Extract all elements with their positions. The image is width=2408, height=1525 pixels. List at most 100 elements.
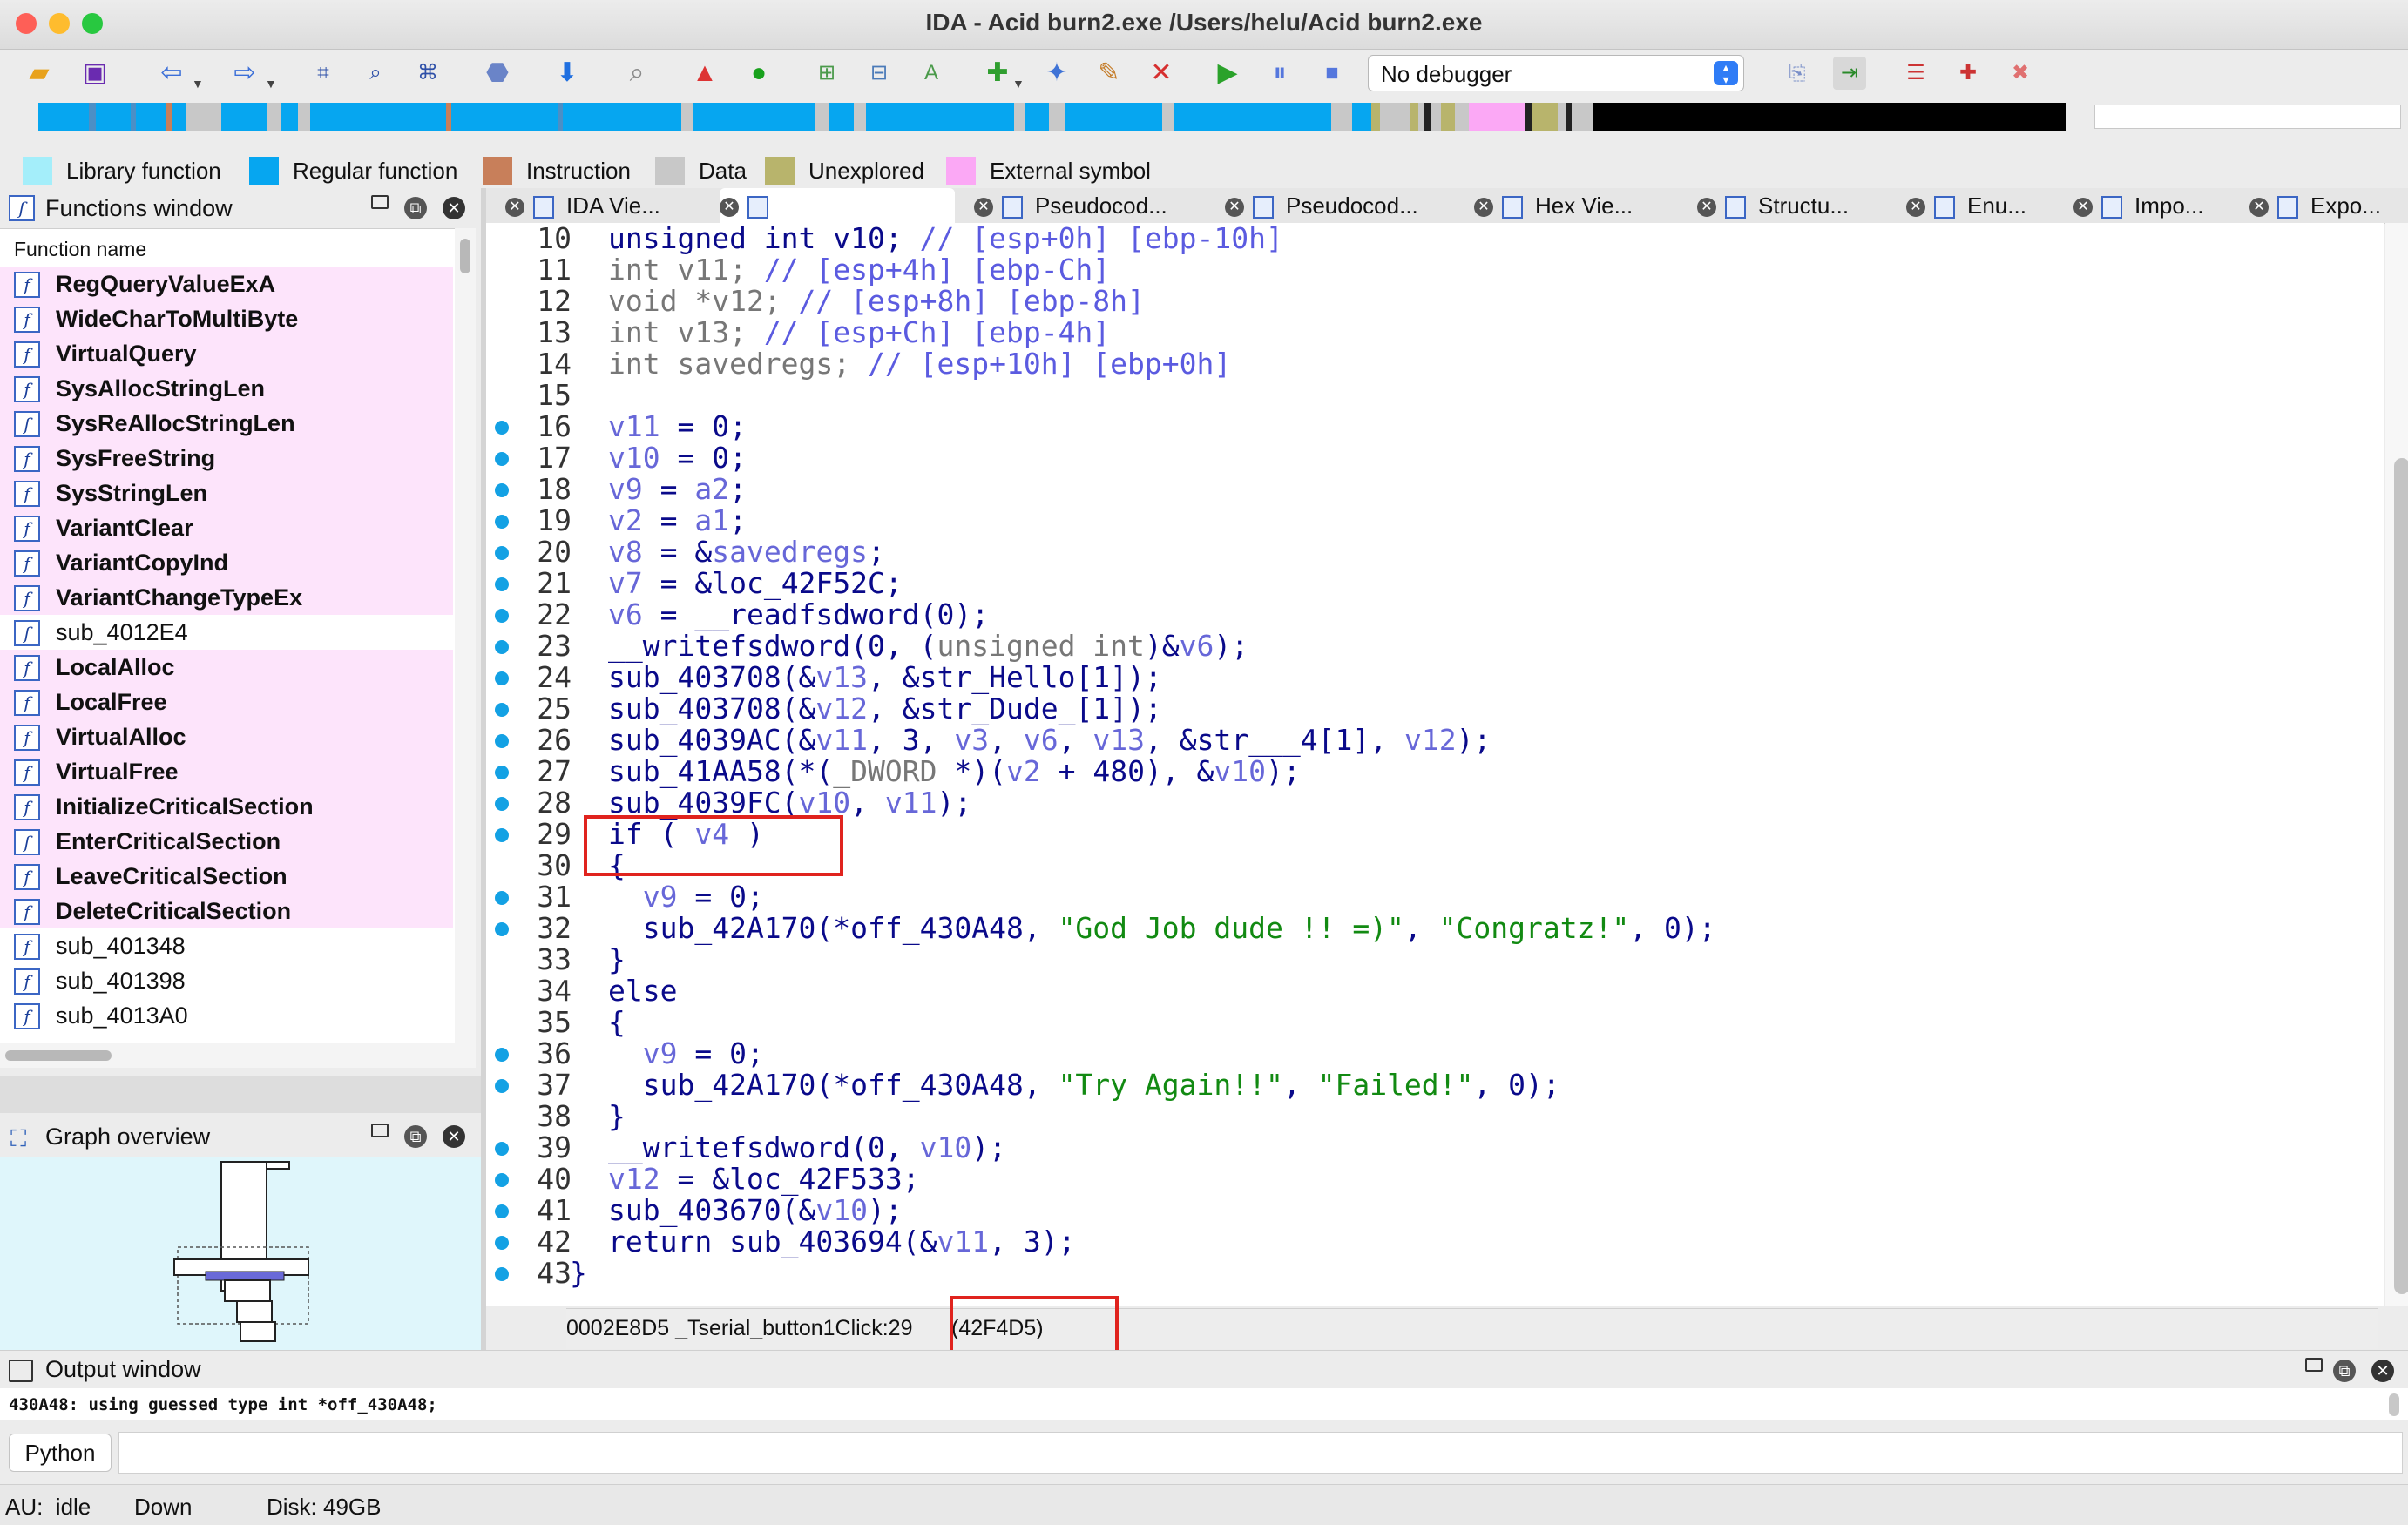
function-list-item[interactable]: f VirtualAlloc xyxy=(0,719,453,754)
code-line[interactable]: 20 v8 = &savedregs; xyxy=(486,536,2377,568)
output-log[interactable]: 430A48: using guessed type int *off_430A… xyxy=(0,1388,2408,1420)
function-list-item[interactable]: f LocalFree xyxy=(0,685,453,719)
function-list-item[interactable]: f VariantClear xyxy=(0,510,453,545)
jump-icon[interactable]: ⌗ xyxy=(307,57,340,90)
tab[interactable]: ✕ xyxy=(720,188,955,223)
code-line[interactable]: 12 void *v12; // [esp+8h] [ebp-8h] xyxy=(486,286,2377,317)
navigation-band-scroll[interactable] xyxy=(2094,105,2401,129)
function-list-item[interactable]: f SysAllocStringLen xyxy=(0,371,453,406)
breakpoint-dot-icon[interactable] xyxy=(495,577,509,591)
stop-icon[interactable]: ⏹ xyxy=(1316,57,1349,90)
python-command-input[interactable] xyxy=(118,1432,2403,1474)
function-list-item[interactable]: f LocalAlloc xyxy=(0,650,453,685)
code-line[interactable]: 13 int v13; // [esp+Ch] [ebp-4h] xyxy=(486,317,2377,348)
navigation-band[interactable] xyxy=(38,103,2066,131)
patch-icon[interactable]: ✎ xyxy=(1092,57,1126,90)
function-list-item[interactable]: f sub_4012E4 xyxy=(0,615,453,650)
maximize-icon[interactable] xyxy=(2305,1358,2323,1372)
search-binary-icon[interactable]: ⌘ xyxy=(411,57,444,90)
function-list-item[interactable]: f LeaveCriticalSection xyxy=(0,859,453,894)
close-icon[interactable]: ✕ xyxy=(2371,1360,2394,1382)
code-line[interactable]: 32 sub_42A170(*off_430A48, "God Job dude… xyxy=(486,913,2377,944)
tab[interactable]: ✕ Pseudocod... xyxy=(974,188,1174,223)
add-struct-icon[interactable]: ✚ xyxy=(981,57,1014,90)
code-line[interactable]: 15 xyxy=(486,380,2377,411)
float-icon[interactable]: ⧉ xyxy=(2333,1360,2356,1382)
tab[interactable]: ✕ Impo... xyxy=(2073,188,2222,223)
tab[interactable]: ✕ Pseudocod... xyxy=(1225,188,1443,223)
float-icon[interactable]: ⧉ xyxy=(404,1125,427,1148)
code-line[interactable]: 19 v2 = a1; xyxy=(486,505,2377,536)
code-vertical-scrollbar[interactable] xyxy=(2385,223,2408,1306)
breakpoint-dot-icon[interactable] xyxy=(495,828,509,842)
debug-attach-icon[interactable]: ⎘ xyxy=(1781,57,1814,90)
code-line[interactable]: 35 { xyxy=(486,1007,2377,1038)
function-list-item[interactable]: f VariantChangeTypeEx xyxy=(0,580,453,615)
breakpoint-dot-icon[interactable] xyxy=(495,1142,509,1156)
breakpoint-dot-icon[interactable] xyxy=(495,452,509,466)
maximize-icon[interactable] xyxy=(371,1124,389,1137)
run-green-icon[interactable]: ● xyxy=(742,57,775,90)
python-language-button[interactable]: Python xyxy=(9,1434,112,1472)
tab[interactable]: ✕ Enu... xyxy=(1906,188,2037,223)
warning-icon[interactable]: ▲ xyxy=(688,57,721,90)
breakpoint-dot-icon[interactable] xyxy=(495,483,509,497)
code-line[interactable]: 10 unsigned int v10; // [esp+0h] [ebp-10h… xyxy=(486,223,2377,254)
debugger-select[interactable]: No debugger ▴ ▾ xyxy=(1368,55,1744,91)
code-line[interactable]: 16 v11 = 0; xyxy=(486,411,2377,442)
function-list-item[interactable]: f WideCharToMultiByte xyxy=(0,301,453,336)
code-line[interactable]: 28 sub_4039FC(v10, v11); xyxy=(486,787,2377,819)
close-icon[interactable]: ✕ xyxy=(443,1125,465,1148)
code-line[interactable]: 17 v10 = 0; xyxy=(486,442,2377,474)
function-list-item[interactable]: f VariantCopyInd xyxy=(0,545,453,580)
search-icon[interactable]: ⌕ xyxy=(620,57,653,90)
breakpoint-dot-icon[interactable] xyxy=(495,1079,509,1093)
down-arrow-icon[interactable]: ⬇ xyxy=(551,57,584,90)
tab-close-icon[interactable]: ✕ xyxy=(505,198,524,218)
code-line[interactable]: 25 sub_403708(&v12, &str_Dude_[1]); xyxy=(486,693,2377,725)
tab[interactable]: ✕ Structu... xyxy=(1697,188,1871,223)
breakpoint-dot-icon[interactable] xyxy=(495,609,509,623)
breakpoint-dot-icon[interactable] xyxy=(495,1048,509,1062)
data-icon[interactable]: ⊟ xyxy=(862,57,896,90)
code-line[interactable]: 37 sub_42A170(*off_430A48, "Try Again!!"… xyxy=(486,1070,2377,1101)
code-line[interactable]: 14 int savedregs; // [esp+10h] [ebp+0h] xyxy=(486,348,2377,380)
save-icon[interactable]: ▣ xyxy=(78,57,112,90)
tab-close-icon[interactable]: ✕ xyxy=(720,198,739,218)
code-line[interactable]: 22 v6 = __readfsdword(0); xyxy=(486,599,2377,631)
string-icon[interactable]: A xyxy=(915,57,948,90)
function-list-item[interactable]: f DeleteCriticalSection xyxy=(0,894,453,928)
breakpoint-dot-icon[interactable] xyxy=(495,1173,509,1187)
delete-icon[interactable]: ✕ xyxy=(1145,57,1178,90)
add-breakpoint-icon[interactable]: ✚ xyxy=(1951,57,1985,90)
functions-vertical-scrollbar[interactable] xyxy=(455,228,476,1050)
code-line[interactable]: 43} xyxy=(486,1258,2377,1289)
breakpoint-dot-icon[interactable] xyxy=(495,766,509,779)
breakpoint-dot-icon[interactable] xyxy=(495,797,509,811)
breakpoint-dot-icon[interactable] xyxy=(495,734,509,748)
code-icon[interactable]: ⊞ xyxy=(810,57,843,90)
function-list-item[interactable]: f sub_401348 xyxy=(0,928,453,963)
function-list-item[interactable]: f RegQueryValueExA xyxy=(0,267,453,301)
breakpoint-list-icon[interactable]: ☰ xyxy=(1899,57,1932,90)
code-line[interactable]: 18 v9 = a2; xyxy=(486,474,2377,505)
forward-dropdown-icon[interactable]: ▼ xyxy=(265,77,277,91)
close-icon[interactable]: ✕ xyxy=(443,197,465,219)
functions-horizontal-scrollbar[interactable] xyxy=(0,1043,476,1068)
tab-close-icon[interactable]: ✕ xyxy=(1225,198,1244,218)
graph-overview-canvas[interactable] xyxy=(0,1157,481,1350)
pseudocode-view[interactable]: 10 unsigned int v10; // [esp+0h] [ebp-10h… xyxy=(486,223,2408,1359)
open-icon[interactable]: ▰ xyxy=(23,57,56,90)
code-line[interactable]: 41 sub_403670(&v10); xyxy=(486,1195,2377,1226)
tab[interactable]: ✕ Expo... xyxy=(2249,188,2398,223)
tab-close-icon[interactable]: ✕ xyxy=(1697,198,1716,218)
function-list-item[interactable]: f VirtualQuery xyxy=(0,336,453,371)
search-text-icon[interactable]: ⌕ xyxy=(359,57,392,90)
forward-icon[interactable]: ⇨ xyxy=(228,57,261,90)
hex-icon[interactable]: ⬣ xyxy=(481,57,514,90)
debug-step-icon[interactable]: ⇥ xyxy=(1833,57,1866,90)
code-line[interactable]: 23 __writefsdword(0, (unsigned int)&v6); xyxy=(486,631,2377,662)
breakpoint-dot-icon[interactable] xyxy=(495,515,509,529)
back-dropdown-icon[interactable]: ▼ xyxy=(192,77,204,91)
function-list-item[interactable]: f EnterCriticalSection xyxy=(0,824,453,859)
